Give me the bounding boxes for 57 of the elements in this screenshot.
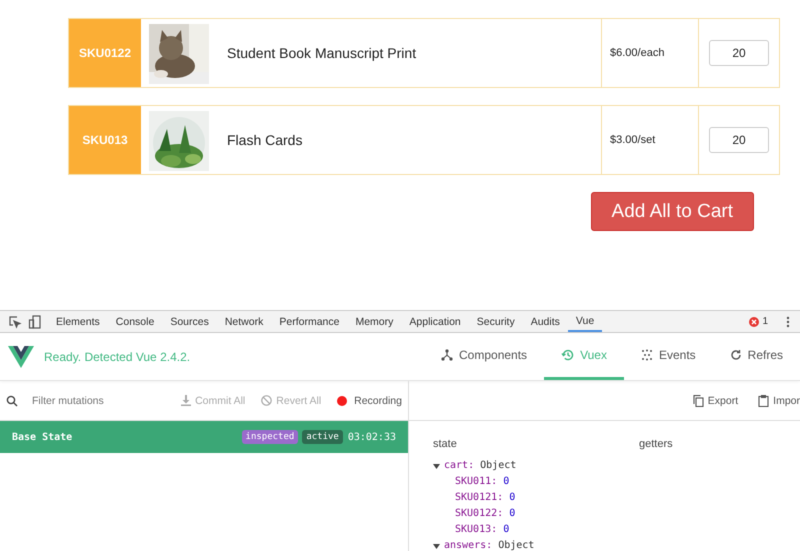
devtools-tab[interactable]: Application	[401, 311, 469, 332]
devtools-tab[interactable]: Security	[468, 311, 523, 332]
price: $6.00/each	[610, 47, 664, 59]
status-badge: inspected	[242, 430, 298, 444]
error-count[interactable]: 1	[762, 316, 768, 327]
status-text: Ready. Detected Vue 2.4.2.	[44, 350, 190, 364]
export-button[interactable]: Export	[686, 394, 744, 406]
error-icon	[749, 316, 760, 326]
recording-button[interactable]: Recording	[331, 394, 408, 406]
vue-logo-icon	[8, 346, 34, 368]
devtools-tab[interactable]: Memory	[347, 311, 402, 332]
state-entry: SKU013: 0	[455, 523, 510, 537]
devtools-tab[interactable]: Network	[216, 311, 272, 332]
expand-arrow-icon[interactable]	[433, 542, 440, 550]
devtools-tab[interactable]: Sources	[162, 311, 217, 332]
state-entry: SKU0121: 0	[455, 491, 516, 505]
product-name: Student Book Manuscript Print	[227, 45, 416, 61]
quantity-field[interactable]: 20	[709, 40, 769, 66]
devtools-tab[interactable]: Console	[108, 311, 162, 332]
nav-tab[interactable]: Refres	[712, 333, 800, 380]
search-icon	[6, 394, 18, 406]
state-entry: cart: Object	[444, 459, 516, 473]
devtools-tab[interactable]: Elements	[48, 311, 108, 332]
state-entry: answers: Object	[444, 539, 534, 551]
product-name: Flash Cards	[227, 132, 302, 148]
sku-label: SKU013	[69, 106, 141, 174]
quantity-field[interactable]: 20	[709, 127, 769, 153]
expand-arrow-icon[interactable]	[433, 462, 440, 470]
state-entry: SKU011: 0	[455, 475, 510, 489]
clipboard-icon	[758, 394, 770, 406]
devtools-tab[interactable]: Performance	[271, 311, 348, 332]
price: $3.00/set	[610, 134, 656, 146]
mutation-name: Base State	[12, 432, 74, 442]
add-to-cart-button[interactable]: Add All to Cart	[590, 192, 754, 231]
state-entry: SKU0122: 0	[455, 507, 516, 521]
devtools-tab[interactable]: Audits	[522, 311, 568, 332]
device-icon[interactable]	[28, 314, 42, 328]
download-icon	[181, 395, 192, 406]
sku-label: SKU0122	[69, 19, 141, 87]
status-badge: active	[302, 430, 343, 444]
state-heading: state	[433, 438, 458, 450]
more-icon[interactable]	[786, 316, 790, 328]
dots-icon	[640, 349, 653, 361]
mutation-time: 03:02:33	[348, 432, 396, 442]
branch-icon	[441, 349, 454, 361]
getters-heading: getters	[639, 438, 673, 450]
history-icon	[561, 349, 574, 361]
import-button[interactable]: Impor	[752, 394, 800, 406]
nav-tab[interactable]: Events	[624, 333, 713, 380]
copy-icon	[692, 394, 704, 406]
blocked-icon	[261, 395, 272, 406]
devtools-tab[interactable]: Vue	[568, 311, 602, 332]
record-icon	[337, 396, 348, 406]
mutation-row[interactable]: Base State inspected active 03:02:33	[0, 421, 408, 453]
refresh-icon	[730, 349, 742, 361]
nav-tab[interactable]: Components	[424, 333, 544, 380]
inspect-icon[interactable]	[8, 314, 22, 328]
